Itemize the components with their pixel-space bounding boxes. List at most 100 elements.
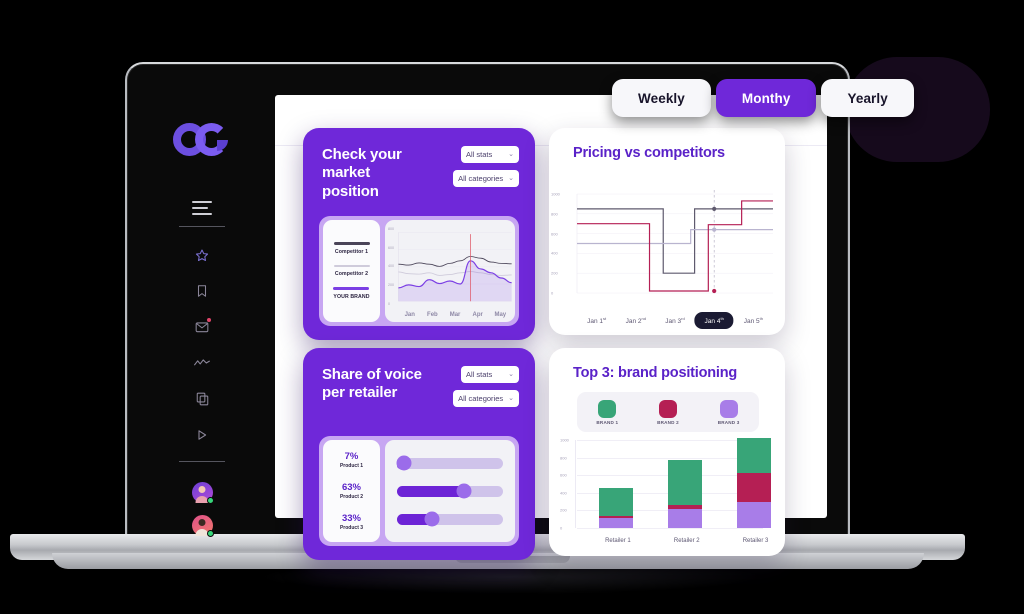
list-item: 33% Product 3 bbox=[340, 513, 363, 531]
legend-label: Competitor 2 bbox=[334, 271, 369, 277]
app-sidebar bbox=[127, 64, 277, 538]
axis-tick-label: 400 bbox=[551, 250, 558, 256]
legend-item[interactable]: BRAND 3 bbox=[718, 399, 740, 425]
bar-column[interactable] bbox=[736, 438, 771, 528]
card-header: Share of voice per retailer All stats ⌄ … bbox=[303, 348, 535, 407]
axis-tick-label: 1000 bbox=[551, 191, 560, 197]
voice-slider-knob[interactable] bbox=[424, 511, 440, 527]
pricing-line-chart: Jan 1st Jan 2nd Jan 3rd Jan 4th Jan 5th 1000 8… bbox=[551, 188, 775, 329]
voice-slider-track[interactable] bbox=[397, 483, 503, 499]
axis-tick-label: Jan 1st bbox=[587, 315, 607, 325]
mail-badge-icon[interactable] bbox=[190, 316, 214, 338]
list-item: 63% Product 2 bbox=[340, 482, 363, 500]
bar-column[interactable] bbox=[668, 460, 703, 528]
axis-tick-label: Retailer 2 bbox=[673, 538, 700, 544]
period-toggle: Weekly Monthy Yearly bbox=[612, 79, 914, 117]
brand-legend: BRAND 1 BRAND 2 BRAND 3 bbox=[577, 392, 759, 432]
chart-gridline bbox=[577, 528, 763, 529]
avatar-user-2[interactable] bbox=[191, 515, 214, 537]
select-all-categories[interactable]: All categories ⌄ bbox=[453, 170, 519, 187]
bar-segment bbox=[668, 460, 703, 506]
hamburger-bar bbox=[192, 207, 208, 209]
sidebar-divider-top bbox=[179, 226, 225, 227]
axis-tick-label: 200 bbox=[388, 283, 394, 288]
axis-tick-label: 800 bbox=[560, 455, 567, 461]
card-filters: All stats ⌄ All categories ⌄ bbox=[453, 366, 519, 407]
voice-chart-shell: 7% Product 1 63% Product 2 33% Product 3 bbox=[319, 436, 519, 546]
card-pricing: Pricing vs competitors Jan 1st Jan 2nd Jan… bbox=[549, 128, 785, 335]
bar-segment bbox=[599, 487, 634, 516]
sidebar-avatars bbox=[191, 482, 214, 537]
axis-tick-label: 200 bbox=[560, 507, 567, 513]
star-icon[interactable] bbox=[190, 244, 214, 266]
market-chart-shell: Competitor 1 Competitor 2 YOUR BRAND Jan… bbox=[319, 216, 519, 326]
voice-slider-list bbox=[385, 440, 515, 542]
select-all-stats[interactable]: All stats ⌄ bbox=[461, 366, 519, 383]
axis-tick-label: 800 bbox=[388, 227, 394, 232]
avatar-user-1[interactable] bbox=[191, 482, 214, 504]
axis-tick-label: Jan 5th bbox=[743, 315, 764, 325]
legend-label: YOUR BRAND bbox=[333, 294, 370, 300]
chart-y-axis bbox=[575, 440, 576, 528]
chevron-down-icon: ⌄ bbox=[508, 395, 514, 402]
card-brand-positioning: Top 3: brand positioning BRAND 1 BRAND 2… bbox=[549, 348, 785, 556]
logo-accent-dot bbox=[217, 140, 228, 151]
trend-line-icon[interactable] bbox=[190, 352, 214, 374]
play-icon[interactable] bbox=[190, 424, 214, 446]
bar-column[interactable] bbox=[599, 487, 634, 528]
axis-tick-label: 600 bbox=[560, 472, 567, 478]
axis-tick-label: Feb bbox=[427, 312, 438, 318]
tab-yearly[interactable]: Yearly bbox=[821, 79, 914, 117]
voice-slider-track[interactable] bbox=[396, 455, 503, 471]
market-area-chart: Jan Feb Mar Apr May 800 600 400 200 0 bbox=[385, 220, 515, 322]
bar-segment bbox=[668, 509, 703, 528]
copy-icon[interactable] bbox=[190, 388, 214, 410]
chart-gridline bbox=[577, 440, 763, 441]
stat-label: Product 3 bbox=[339, 525, 364, 531]
bookmark-icon[interactable] bbox=[190, 280, 214, 302]
axis-tick-label: 200 bbox=[551, 270, 558, 276]
area-chart-plot: Jan Feb Mar Apr May 800 600 400 200 0 bbox=[385, 220, 515, 322]
avatar-head bbox=[198, 485, 206, 493]
page-title: Share of voice per retailer bbox=[322, 366, 422, 402]
hamburger-menu-icon[interactable] bbox=[192, 201, 212, 215]
legend-swatch bbox=[333, 287, 370, 290]
axis-tick-label: 600 bbox=[388, 245, 394, 250]
tab-weekly[interactable]: Weekly bbox=[612, 79, 711, 117]
sidebar-nav bbox=[190, 244, 214, 446]
card-market-position: Check your market position All stats ⌄ A… bbox=[303, 128, 535, 340]
bar-segment bbox=[736, 473, 771, 503]
axis-tick-label: 600 bbox=[551, 231, 558, 237]
legend-swatch bbox=[719, 399, 738, 418]
legend-swatch bbox=[333, 264, 370, 267]
legend-label: BRAND 1 bbox=[596, 419, 619, 425]
online-status-dot bbox=[206, 497, 214, 504]
axis-tick-label: Jan 2nd bbox=[625, 315, 646, 325]
list-item: 7% Product 1 bbox=[340, 451, 363, 469]
voice-slider-knob[interactable] bbox=[456, 483, 472, 499]
select-all-categories[interactable]: All categories ⌄ bbox=[453, 390, 519, 407]
card-share-of-voice: Share of voice per retailer All stats ⌄ … bbox=[303, 348, 535, 560]
voice-slider-knob[interactable] bbox=[396, 455, 412, 471]
axis-tick-label: 400 bbox=[388, 264, 394, 269]
axis-tick-label: Jan 3rd bbox=[665, 315, 685, 325]
select-value: All stats bbox=[466, 370, 493, 379]
select-all-stats[interactable]: All stats ⌄ bbox=[461, 146, 519, 163]
voice-stats-panel: 7% Product 1 63% Product 2 33% Product 3 bbox=[323, 440, 380, 542]
voice-slider-fill bbox=[397, 485, 464, 497]
voice-slider-track[interactable] bbox=[397, 511, 503, 527]
market-legend: Competitor 1 Competitor 2 YOUR BRAND bbox=[323, 220, 380, 322]
legend-label: BRAND 2 bbox=[657, 419, 679, 425]
hamburger-bar bbox=[192, 201, 212, 203]
axis-tick-label: 1000 bbox=[560, 437, 569, 443]
axis-tick-label: May bbox=[494, 312, 507, 318]
axis-tick-label-active[interactable]: Jan 4th bbox=[694, 311, 734, 329]
sidebar-divider-bottom bbox=[179, 461, 225, 462]
stat-percent: 63% bbox=[341, 482, 361, 493]
axis-tick-label: 0 bbox=[551, 290, 554, 296]
tab-monthly[interactable]: Monthy bbox=[715, 79, 817, 117]
legend-item[interactable]: BRAND 1 bbox=[596, 399, 619, 425]
legend-swatch bbox=[333, 242, 370, 245]
legend-item[interactable]: BRAND 2 bbox=[657, 399, 679, 425]
analytics-logo[interactable] bbox=[173, 119, 231, 159]
